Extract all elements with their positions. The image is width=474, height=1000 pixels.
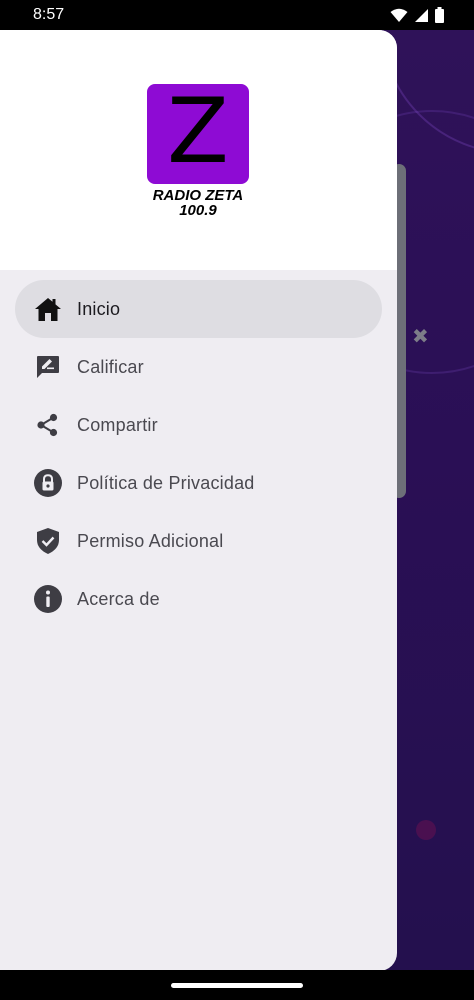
menu-item-label: Calificar	[77, 356, 144, 377]
menu-item-inicio[interactable]: Inicio	[15, 280, 382, 338]
menu-item-label: Inicio	[77, 298, 121, 319]
status-icons	[390, 7, 444, 23]
drawer-menu: Inicio Calificar Compartir Política de P…	[0, 280, 397, 628]
logo-frequency: 100.9	[179, 202, 217, 219]
menu-item-compartir[interactable]: Compartir	[0, 396, 397, 454]
system-navigation-bar	[0, 970, 474, 1000]
app-logo: Z	[147, 84, 249, 184]
menu-item-label: Política de Privacidad	[77, 472, 255, 493]
info-icon	[33, 584, 63, 614]
wifi-icon	[390, 8, 408, 22]
status-bar: 8:57	[0, 0, 474, 30]
menu-item-privacy-policy[interactable]: Política de Privacidad	[0, 454, 397, 512]
close-icon: ✖	[412, 326, 429, 348]
logo-letter: Z	[167, 79, 229, 184]
rate-review-icon	[33, 352, 63, 382]
share-icon	[33, 410, 63, 440]
menu-item-calificar[interactable]: Calificar	[0, 338, 397, 396]
cellular-signal-icon	[415, 8, 428, 22]
drawer-header: Z RADIO ZETA 100.9	[0, 30, 397, 270]
navigation-drawer: Z RADIO ZETA 100.9 Inicio Calificar Comp…	[0, 30, 397, 971]
menu-item-label: Acerca de	[77, 588, 160, 609]
logo-text: RADIO ZETA 100.9	[120, 188, 276, 218]
background-dot	[416, 820, 436, 840]
menu-item-label: Permiso Adicional	[77, 530, 224, 551]
home-icon	[33, 294, 63, 324]
logo-station-name: RADIO ZETA	[152, 187, 244, 204]
menu-item-label: Compartir	[77, 414, 158, 435]
battery-icon	[435, 7, 444, 23]
home-gesture-handle[interactable]	[171, 983, 303, 988]
menu-item-additional-permission[interactable]: Permiso Adicional	[0, 512, 397, 570]
menu-item-about[interactable]: Acerca de	[0, 570, 397, 628]
shield-check-icon	[33, 526, 63, 556]
status-time: 8:57	[33, 6, 65, 23]
lock-icon	[33, 468, 63, 498]
